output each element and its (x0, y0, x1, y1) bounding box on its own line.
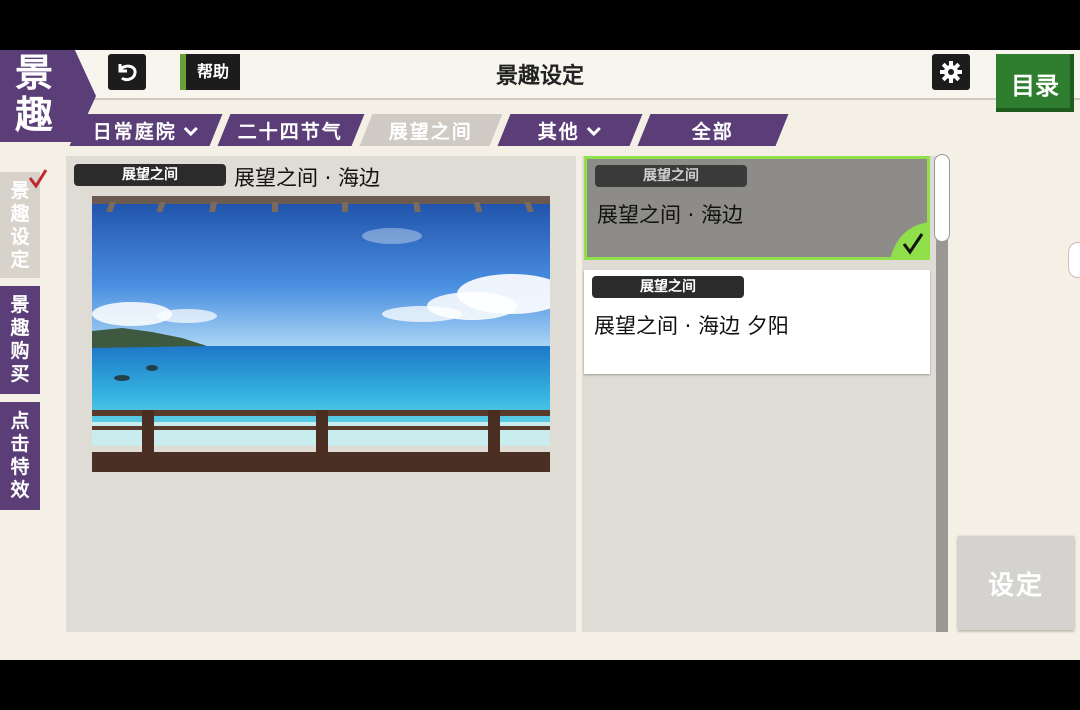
tab-label: 展望之间 (388, 120, 473, 143)
page-title: 景趣设定 (495, 63, 584, 89)
item-title: 展望之间 · 海边 (597, 203, 744, 227)
back-button[interactable] (108, 54, 146, 90)
top-bar: 帮助 景趣设定 (0, 50, 1080, 100)
edge-handle[interactable] (1068, 242, 1080, 278)
preview-category-label: 展望之间 (74, 164, 226, 186)
section-badge-char-1: 景 (14, 50, 53, 95)
tab-label: 全部 (691, 120, 734, 143)
scenery-list: 展望之间 展望之间 · 海边 展望之间 展望之间 · 海边 夕阳 (582, 156, 938, 632)
section-badge-char-2: 趣 (14, 92, 53, 137)
tab-label: 日常庭院 (92, 120, 177, 143)
set-button[interactable]: 设定 (958, 536, 1074, 630)
chevron-down-icon (586, 125, 602, 136)
check-icon (28, 169, 48, 189)
side-nav-label: 景趣购买 (10, 294, 30, 385)
list-item[interactable]: 展望之间 展望之间 · 海边 夕阳 (584, 270, 930, 374)
tab-all[interactable]: 全部 (637, 114, 789, 146)
item-title: 展望之间 · 海边 夕阳 (594, 314, 789, 338)
item-category-label: 展望之间 (592, 276, 744, 298)
gear-icon (940, 61, 962, 83)
preview-panel: 展望之间 展望之间 · 海边 (66, 156, 576, 632)
side-nav-scenery-purchase[interactable]: 景趣购买 (0, 286, 40, 394)
game-screen: 帮助 景趣设定 景 趣 目录 日常庭院 二十四节气 展望之间 其他 全部 景趣设… (0, 50, 1080, 660)
menu-button[interactable]: 目录 (996, 54, 1074, 112)
seaside-preview-image (92, 196, 550, 472)
back-arrow-icon (118, 64, 137, 82)
preview-title: 展望之间 · 海边 (234, 166, 381, 190)
side-nav-label: 景趣设定 (10, 180, 30, 271)
tab-daily-garden[interactable]: 日常庭院 (69, 114, 223, 146)
tab-other[interactable]: 其他 (497, 114, 643, 146)
settings-button[interactable] (932, 54, 970, 90)
tab-label: 其他 (537, 120, 580, 143)
scrollbar-thumb[interactable] (934, 154, 950, 242)
chevron-down-icon (183, 125, 199, 136)
side-nav-label: 点击特效 (10, 410, 30, 501)
list-item[interactable]: 展望之间 展望之间 · 海边 (584, 156, 930, 260)
item-category-label: 展望之间 (595, 165, 747, 187)
side-nav-click-effects[interactable]: 点击特效 (0, 402, 40, 510)
tab-solar-terms[interactable]: 二十四节气 (217, 114, 365, 146)
help-button[interactable]: 帮助 (180, 54, 240, 90)
tab-view-room[interactable]: 展望之间 (359, 114, 503, 146)
tab-label: 二十四节气 (238, 120, 344, 143)
selected-check-icon (890, 222, 930, 260)
